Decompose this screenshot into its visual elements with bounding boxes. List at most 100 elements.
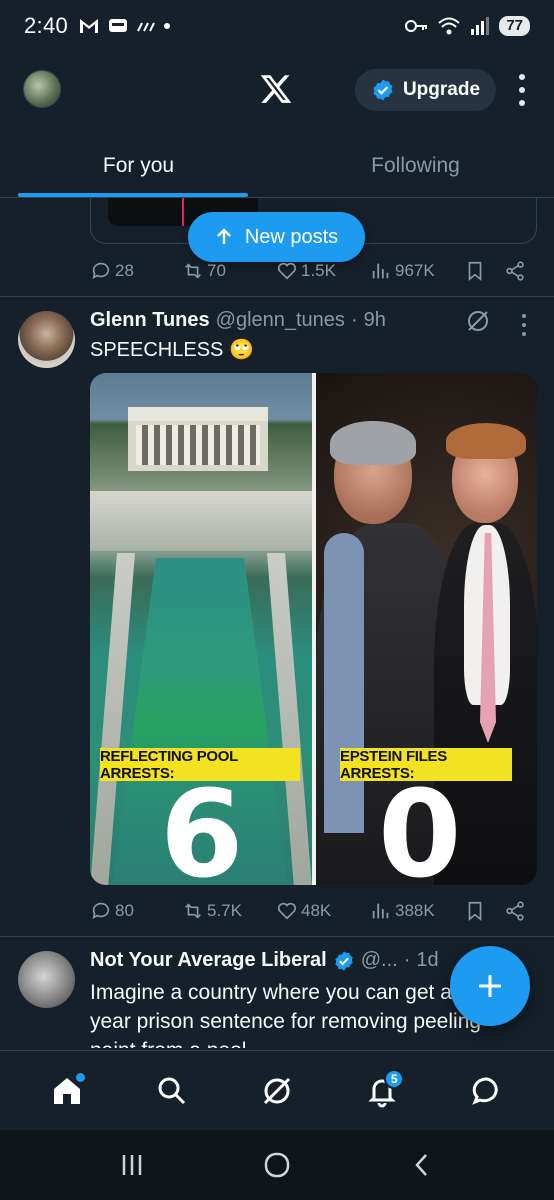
repost-icon [185, 903, 201, 919]
nav-grok[interactable] [249, 1063, 305, 1119]
status-time: 2:40 [24, 13, 69, 38]
like-count: 48K [301, 901, 332, 920]
author-name[interactable]: Not Your Average Liberal [90, 949, 327, 972]
header-separator: · [403, 949, 411, 971]
new-posts-button[interactable]: New posts [188, 212, 365, 262]
tweet-header: Not Your Average Liberal @... · 1d [90, 949, 439, 972]
tweet-image[interactable]: REFLECTING POOL ARRESTS: 6 EPSTEIN FILES… [90, 373, 537, 885]
plus-icon [479, 975, 501, 997]
gmail-icon [80, 19, 99, 33]
reply-icon [92, 902, 110, 919]
tweet-text: SPEECHLESS 🙄 [90, 339, 254, 361]
tweet-text: Imagine a country where you can get a ye… [90, 981, 482, 1048]
image-left-panel: REFLECTING POOL ARRESTS: 6 [90, 373, 312, 885]
home-system-button[interactable] [247, 1140, 307, 1190]
key-icon [405, 20, 428, 32]
reply-button[interactable]: 80 [90, 900, 134, 922]
heart-icon [277, 262, 297, 280]
header-separator: · [350, 309, 358, 331]
home-new-indicator [75, 1072, 85, 1082]
author-handle[interactable]: @glenn_tunes [216, 309, 345, 332]
repost-button[interactable]: 5.7K [182, 900, 242, 922]
like-count: 1.5K [301, 261, 336, 280]
signal-strength-icon [137, 22, 155, 32]
upgrade-label: Upgrade [402, 79, 481, 100]
status-left-icons [78, 17, 171, 35]
timeline-tabs: For you Following [0, 140, 554, 198]
system-navigation-bar [0, 1130, 554, 1200]
repost-count: 5.7K [207, 901, 242, 920]
author-avatar[interactable] [18, 311, 75, 368]
status-right-icons: 77 [405, 16, 530, 36]
divider [0, 936, 554, 937]
back-button[interactable] [392, 1140, 452, 1190]
recent-apps-icon [123, 1155, 142, 1175]
tweet-header: Glenn Tunes @glenn_tunes · 9h [90, 309, 386, 332]
tweet-time: 9h [363, 309, 386, 331]
views-count: 967K [395, 261, 435, 280]
nav-search[interactable] [144, 1063, 200, 1119]
views-button[interactable]: 388K [370, 900, 435, 922]
repost-icon [185, 263, 201, 279]
author-handle[interactable]: @... [361, 949, 398, 972]
nav-messages[interactable] [459, 1063, 515, 1119]
figure-left-shirt [324, 533, 364, 833]
x-logo-icon[interactable] [259, 72, 293, 106]
upgrade-button[interactable]: Upgrade [355, 69, 496, 111]
grok-icon[interactable] [465, 308, 491, 334]
tab-following[interactable]: Following [277, 140, 554, 197]
bottom-navigation: 5 [0, 1050, 554, 1130]
home-circle-icon [264, 1152, 290, 1178]
memorial-steps [90, 491, 312, 551]
bookmark-icon[interactable] [464, 900, 486, 922]
memorial-graphic [128, 407, 268, 471]
nav-notifications[interactable]: 5 [354, 1063, 410, 1119]
tweet-actions: 80 5.7K 48K 388K [90, 896, 530, 926]
more-options-icon[interactable] [512, 74, 532, 106]
heart-icon [277, 902, 297, 920]
arrow-up-icon [216, 228, 231, 244]
tweet-time: 1d [416, 949, 439, 971]
verified-badge-icon [373, 79, 393, 101]
views-button[interactable]: 967K [370, 260, 435, 282]
right-number: 0 [378, 766, 462, 886]
grok-icon [263, 1077, 291, 1104]
reply-button[interactable]: 28 [90, 260, 134, 282]
repost-button[interactable]: 70 [182, 260, 226, 282]
dot-indicator [164, 23, 171, 29]
search-icon [158, 1077, 185, 1104]
reply-icon [92, 262, 110, 279]
author-name[interactable]: Glenn Tunes [90, 309, 210, 332]
tab-following-label: Following [371, 154, 460, 177]
like-button[interactable]: 48K [276, 900, 331, 922]
share-icon[interactable] [504, 260, 526, 282]
divider [0, 296, 554, 297]
compose-post-button[interactable] [450, 946, 530, 1026]
bookmark-icon[interactable] [464, 260, 486, 282]
like-button[interactable]: 1.5K [276, 260, 336, 282]
profile-avatar-button[interactable] [23, 70, 61, 108]
back-chevron-icon [414, 1154, 427, 1176]
tab-for-you[interactable]: For you [0, 140, 277, 197]
share-icon[interactable] [504, 900, 526, 922]
reply-count: 80 [115, 901, 134, 920]
author-avatar[interactable] [18, 951, 75, 1008]
previous-tweet-actions: 28 70 1.5K 967K [90, 256, 530, 286]
image-right-panel: EPSTEIN FILES ARRESTS: 0 [316, 373, 537, 885]
left-number: 6 [160, 766, 244, 886]
chat-bubble-icon [472, 1077, 499, 1105]
active-tab-indicator [18, 193, 248, 197]
nav-home[interactable] [39, 1063, 95, 1119]
top-header: Upgrade [0, 60, 554, 120]
tweet-more-icon[interactable] [521, 314, 527, 336]
repost-count: 70 [207, 261, 226, 280]
figure-right-hair [446, 423, 526, 459]
cell-signal-icon [471, 17, 490, 35]
figure-left-hair [330, 421, 416, 465]
new-posts-label: New posts [244, 225, 339, 248]
views-icon [372, 903, 389, 919]
views-icon [372, 263, 389, 279]
status-bar: 2:40 77 [0, 0, 554, 52]
wifi-icon [438, 17, 460, 35]
recent-apps-button[interactable] [102, 1140, 162, 1190]
